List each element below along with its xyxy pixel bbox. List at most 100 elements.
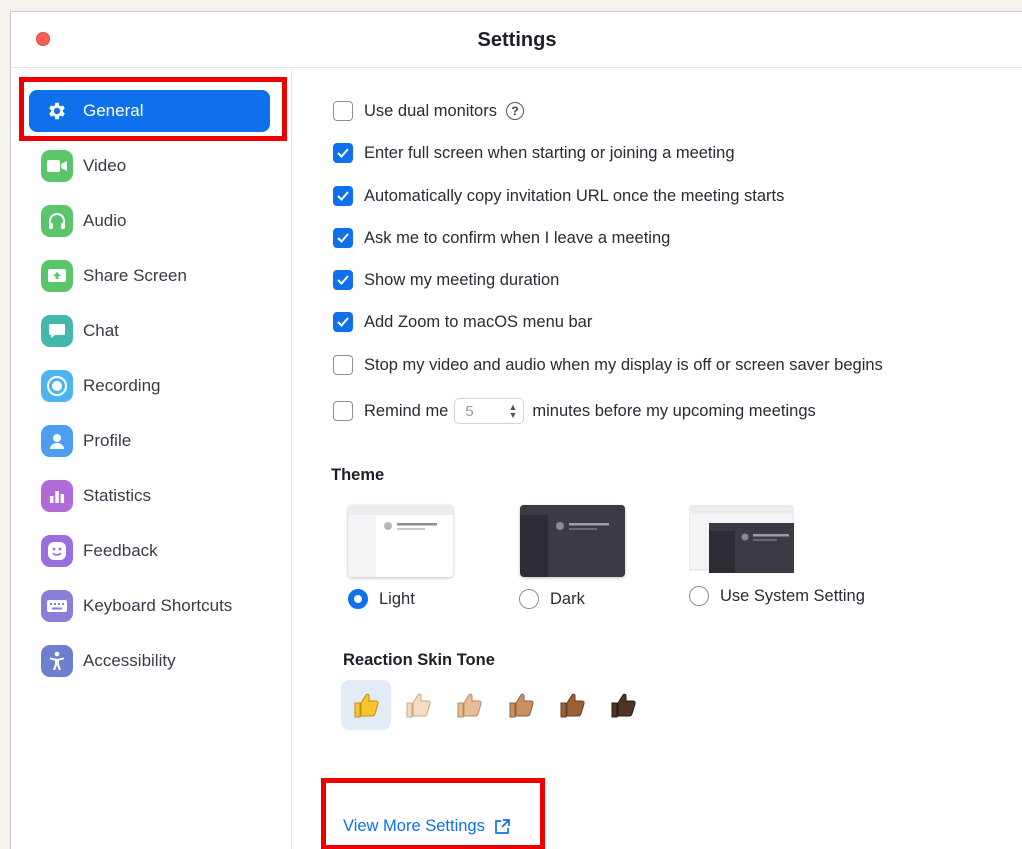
sidebar-item-recording[interactable]: Recording <box>29 365 270 407</box>
skin-tone-medium-light[interactable] <box>444 680 494 730</box>
checkmark-icon <box>337 191 349 201</box>
sidebar-item-label: Chat <box>83 321 119 340</box>
sidebar-item-label: General <box>83 101 144 120</box>
sidebar-item-label: Keyboard Shortcuts <box>83 596 233 615</box>
highlight-box-view-more <box>321 778 545 849</box>
theme-option-light[interactable]: Light <box>348 589 415 609</box>
sidebar-item-feedback[interactable]: Feedback <box>29 530 270 572</box>
sidebar-item-label: Share Screen <box>83 266 187 285</box>
option-remind-me: Remind me 5 ▲ ▼ minutes before my upcomin… <box>333 398 816 424</box>
settings-window: Settings General Video Audio Share Scree… <box>10 11 1022 849</box>
sidebar-item-label: Audio <box>83 211 127 230</box>
title-bar: Settings <box>11 12 1022 68</box>
theme-option-system[interactable]: Use System Setting <box>689 586 865 606</box>
checkbox-confirm-leave[interactable] <box>333 228 353 248</box>
skin-tone-light[interactable] <box>393 680 443 730</box>
radio-dark[interactable] <box>519 589 539 609</box>
checkmark-icon <box>337 317 349 327</box>
skin-tone-medium-dark[interactable] <box>547 680 597 730</box>
video-camera-icon <box>41 150 73 182</box>
checkbox-menu-bar[interactable] <box>333 312 353 332</box>
sidebar-item-label: Statistics <box>83 486 152 505</box>
sidebar-item-label: Feedback <box>83 541 158 560</box>
thumbs-up-icon <box>457 693 482 718</box>
theme-preview-system[interactable] <box>689 505 794 577</box>
option-label: Enter full screen when starting or joini… <box>364 143 735 162</box>
record-icon <box>41 370 73 402</box>
theme-label: Use System Setting <box>720 586 865 605</box>
option-label: Use dual monitors <box>364 101 497 120</box>
thumbs-up-icon <box>406 693 431 718</box>
gear-icon <box>41 95 73 127</box>
skin-tone-yellow[interactable] <box>341 680 391 730</box>
skin-tone-medium[interactable] <box>496 680 546 730</box>
general-settings-panel: Use dual monitors ? Enter full screen wh… <box>293 69 1022 849</box>
checkmark-icon <box>337 233 349 243</box>
option-copy-invitation-url: Automatically copy invitation URL once t… <box>333 185 784 207</box>
sidebar-item-video[interactable]: Video <box>29 145 270 187</box>
settings-sidebar: General Video Audio Share Screen Chat Re… <box>11 69 292 849</box>
checkmark-icon <box>337 148 349 158</box>
remind-minutes-value: 5 <box>465 402 474 420</box>
sidebar-item-statistics[interactable]: Statistics <box>29 475 270 517</box>
skin-tone-dark[interactable] <box>598 680 648 730</box>
checkbox-full-screen[interactable] <box>333 143 353 163</box>
option-stop-video-audio: Stop my video and audio when my display … <box>333 354 883 376</box>
theme-label: Dark <box>550 589 585 608</box>
sidebar-item-keyboard-shortcuts[interactable]: Keyboard Shortcuts <box>29 585 270 627</box>
theme-preview-dark[interactable] <box>520 505 625 577</box>
option-label: Show my meeting duration <box>364 270 560 289</box>
checkmark-icon <box>337 275 349 285</box>
profile-icon <box>41 425 73 457</box>
remind-minutes-stepper[interactable]: 5 ▲ ▼ <box>454 398 525 424</box>
external-link-icon <box>495 818 510 834</box>
thumbs-up-icon <box>560 693 585 718</box>
view-more-settings-label: View More Settings <box>343 817 485 835</box>
thumbs-up-icon <box>354 693 379 718</box>
option-meeting-duration: Show my meeting duration <box>333 269 559 291</box>
sidebar-item-label: Accessibility <box>83 651 176 670</box>
view-more-settings-link[interactable]: View More Settings <box>343 817 511 836</box>
headphones-icon <box>41 205 73 237</box>
share-screen-icon <box>41 260 73 292</box>
bar-chart-icon <box>41 480 73 512</box>
help-icon[interactable]: ? <box>505 102 524 120</box>
theme-option-dark[interactable]: Dark <box>519 589 585 609</box>
sidebar-item-accessibility[interactable]: Accessibility <box>29 640 270 682</box>
checkbox-remind-me[interactable] <box>333 401 353 421</box>
sidebar-item-profile[interactable]: Profile <box>29 420 270 462</box>
chat-bubble-icon <box>41 315 73 347</box>
stepper-arrows-icon[interactable]: ▲ ▼ <box>508 403 517 420</box>
sidebar-item-label: Recording <box>83 376 161 395</box>
option-confirm-leave: Ask me to confirm when I leave a meeting <box>333 227 670 249</box>
thumbs-up-icon <box>611 693 636 718</box>
sidebar-item-label: Video <box>83 156 127 175</box>
sidebar-item-share-screen[interactable]: Share Screen <box>29 255 270 297</box>
option-label: Automatically copy invitation URL once t… <box>364 186 785 205</box>
sidebar-item-general[interactable]: General <box>29 90 270 132</box>
sidebar-item-label: Profile <box>83 431 132 450</box>
option-label: Ask me to confirm when I leave a meeting <box>364 228 671 247</box>
option-label: Stop my video and audio when my display … <box>364 355 883 374</box>
remind-label-before: Remind me <box>364 401 449 420</box>
option-label: Add Zoom to macOS menu bar <box>364 312 593 331</box>
theme-title: Theme <box>331 466 385 484</box>
checkbox-meeting-duration[interactable] <box>333 270 353 290</box>
remind-label-after: minutes before my upcoming meetings <box>532 401 816 420</box>
option-full-screen: Enter full screen when starting or joini… <box>333 142 735 164</box>
sidebar-item-chat[interactable]: Chat <box>29 310 270 352</box>
window-title: Settings <box>477 29 557 51</box>
sidebar-item-audio[interactable]: Audio <box>29 200 270 242</box>
theme-preview-light[interactable] <box>348 505 453 577</box>
skin-tone-title: Reaction Skin Tone <box>343 651 495 669</box>
keyboard-icon <box>41 590 73 622</box>
thumbs-up-icon <box>509 693 534 718</box>
theme-label: Light <box>379 589 415 608</box>
checkbox-copy-invitation-url[interactable] <box>333 186 353 206</box>
checkbox-stop-video-audio[interactable] <box>333 355 353 375</box>
option-dual-monitors: Use dual monitors ? <box>333 100 524 122</box>
radio-light[interactable] <box>348 589 368 609</box>
option-menu-bar: Add Zoom to macOS menu bar <box>333 311 592 333</box>
radio-system[interactable] <box>689 586 709 606</box>
checkbox-dual-monitors[interactable] <box>333 101 353 121</box>
